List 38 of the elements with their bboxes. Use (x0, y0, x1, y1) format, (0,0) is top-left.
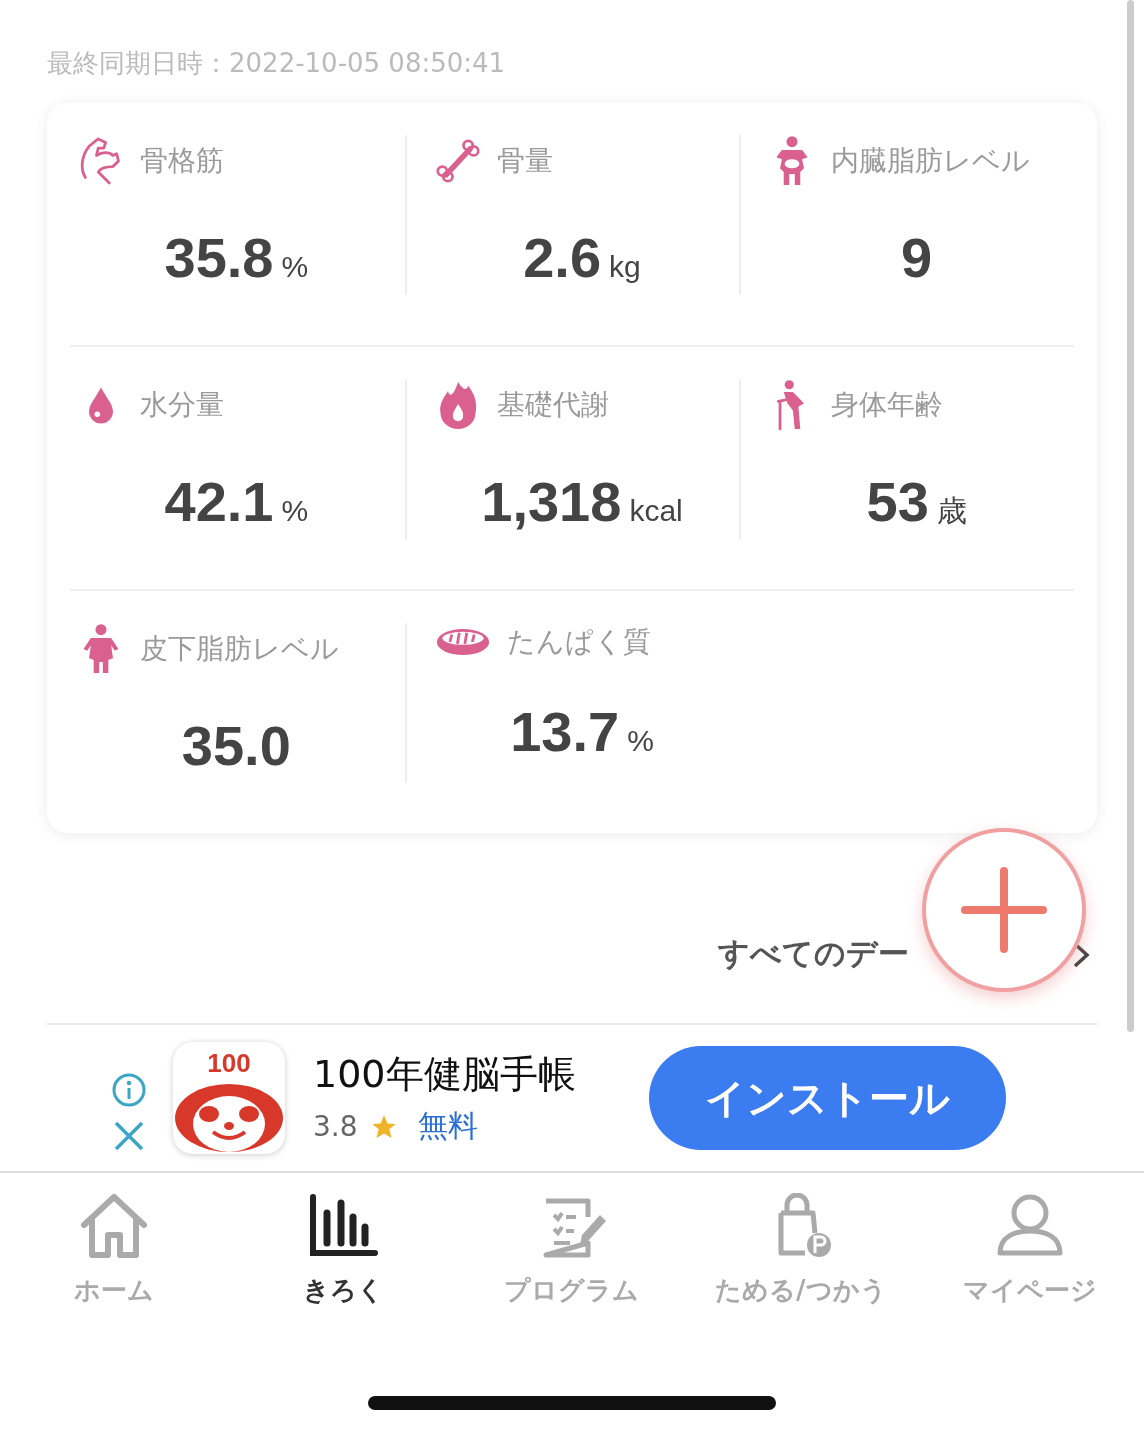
info-icon[interactable] (111, 1072, 147, 1108)
nav-tab[interactable]: ホーム (0, 1193, 229, 1308)
metric-unit: % (281, 250, 309, 284)
metric-unit: kg (609, 250, 641, 284)
nav-tab[interactable]: ためる/つかう (686, 1193, 916, 1308)
nav-tab[interactable]: マイページ (915, 1193, 1144, 1308)
install-button[interactable]: インストール (649, 1046, 1006, 1150)
metric-value: 1,318 (481, 469, 622, 534)
app-price: 無料 (417, 1107, 478, 1145)
metric-unit: % (627, 724, 654, 758)
metric-value: 9 (901, 225, 933, 290)
bar-chart-icon (307, 1193, 380, 1259)
nav-tab[interactable]: プログラム (457, 1193, 687, 1308)
metric-value: 53 (866, 469, 929, 534)
metric-label: 骨量 (496, 143, 553, 179)
metric-label: たんぱく質 (506, 624, 651, 660)
metric-unit: kcal (629, 494, 683, 528)
app-title: 100年健脳手帳 (313, 1051, 577, 1098)
app-icon-text: 100 (206, 1048, 252, 1079)
metric-unit: % (281, 494, 309, 528)
plus-icon (961, 867, 1047, 953)
metric-value: 35.0 (181, 713, 291, 778)
metric-label: 皮下脂肪レベル (140, 631, 339, 667)
scrollbar[interactable] (1127, 0, 1134, 1032)
metric-value: 42.1 (164, 469, 274, 534)
app-rating: 3.8 (313, 1110, 358, 1143)
metric-value: 35.8 (164, 225, 274, 290)
last-sync-time: 最終同期日時：2022-10-05 08:50:41 (47, 48, 506, 78)
metric-label: 身体年齢 (831, 387, 944, 423)
metric-label: 内臓脂肪レベル (831, 143, 1031, 179)
metric-label: 基礎代謝 (496, 387, 609, 423)
all-data-link[interactable]: すべてのデー (718, 933, 909, 975)
metric-value: 2.6 (523, 225, 602, 290)
nav-tab[interactable]: きろく (228, 1193, 458, 1308)
metric-label: 水分量 (140, 387, 224, 423)
metric-value: 13.7 (510, 699, 620, 764)
metric-label: 骨格筋 (140, 143, 224, 179)
metric-unit: 歳 (936, 493, 967, 529)
